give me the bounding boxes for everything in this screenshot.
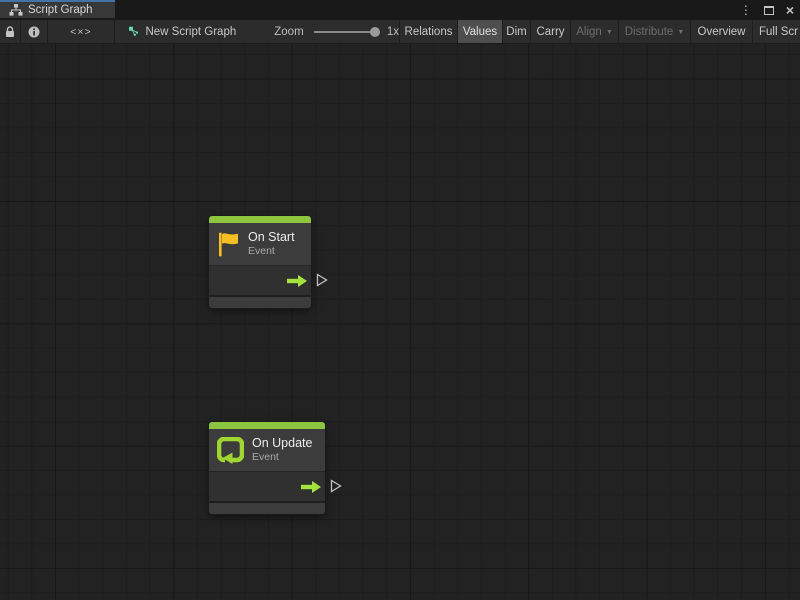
node-header: On Update Event [209, 429, 325, 471]
node-footer [209, 295, 311, 308]
align-label: Align [576, 26, 602, 38]
overview-button[interactable]: Overview [691, 20, 753, 43]
fullscreen-button[interactable]: Full Scr [753, 20, 800, 43]
maximize-icon[interactable] [764, 6, 774, 15]
tab-script-graph[interactable]: Script Graph [0, 0, 115, 18]
node-header: On Start Event [209, 223, 311, 265]
node-port-row [209, 471, 325, 501]
node-header-strip [209, 422, 325, 429]
tab-title: Script Graph [28, 4, 93, 16]
zoom-slider[interactable] [314, 31, 378, 33]
window-menu-icon[interactable]: ⋮ [740, 4, 752, 16]
node-port-row [209, 265, 311, 295]
close-icon[interactable]: × [786, 3, 794, 17]
node-footer [209, 501, 325, 514]
node-header-strip [209, 216, 311, 223]
lock-button[interactable] [0, 20, 21, 43]
fullscreen-label: Full Scr [759, 26, 798, 38]
align-dropdown[interactable]: Align ▼ [571, 20, 619, 43]
toggle-dim[interactable]: Dim [503, 20, 531, 43]
toggle-carry-label: Carry [536, 26, 564, 38]
on-start-output-port[interactable] [316, 273, 328, 287]
node-subtitle: Event [248, 245, 295, 258]
zoom-slider-knob[interactable] [370, 27, 380, 37]
graph-canvas[interactable]: On Start Event [0, 44, 800, 600]
node-on-update[interactable]: On Update Event [209, 422, 325, 514]
toggle-dim-label: Dim [506, 26, 526, 38]
code-preview-button[interactable]: <×> [48, 20, 115, 43]
on-update-output-port[interactable] [330, 479, 342, 493]
flag-icon [217, 231, 240, 258]
toolbar: <×> New Script Graph Zoom 1x Relations V… [0, 20, 800, 44]
script-graph-window: Script Graph ⋮ × <×> [0, 0, 800, 600]
info-icon [28, 26, 40, 38]
graph-hierarchy-icon [9, 4, 23, 16]
distribute-label: Distribute [625, 26, 674, 38]
code-icon: <×> [70, 26, 91, 38]
node-title: On Start [248, 230, 295, 245]
info-button[interactable] [21, 20, 48, 43]
node-on-start[interactable]: On Start Event [209, 216, 311, 308]
toggle-values-label: Values [463, 26, 497, 38]
titlebar: Script Graph ⋮ × [0, 0, 800, 20]
zoom-label: Zoom [274, 26, 303, 38]
node-title: On Update [252, 436, 312, 451]
zoom-value: 1x [387, 26, 399, 38]
distribute-dropdown[interactable]: Distribute ▼ [619, 20, 691, 43]
window-controls: ⋮ × [740, 0, 794, 20]
control-flow-arrow-icon [287, 275, 307, 287]
lock-icon [5, 26, 15, 38]
loop-icon [217, 437, 244, 464]
chevron-down-icon: ▼ [677, 29, 684, 36]
overview-label: Overview [698, 26, 746, 38]
chevron-down-icon: ▼ [606, 29, 613, 36]
toggle-relations[interactable]: Relations [400, 20, 458, 43]
node-titles: On Start Event [248, 230, 295, 258]
toggle-relations-label: Relations [405, 26, 453, 38]
control-flow-arrow-icon [301, 481, 321, 493]
node-titles: On Update Event [252, 436, 312, 464]
toggle-carry[interactable]: Carry [531, 20, 571, 43]
toggle-values[interactable]: Values [458, 20, 503, 43]
graph-info-section: New Script Graph Zoom 1x [115, 20, 400, 43]
script-graph-icon [129, 25, 138, 38]
graph-title: New Script Graph [145, 26, 236, 38]
node-subtitle: Event [252, 451, 312, 464]
